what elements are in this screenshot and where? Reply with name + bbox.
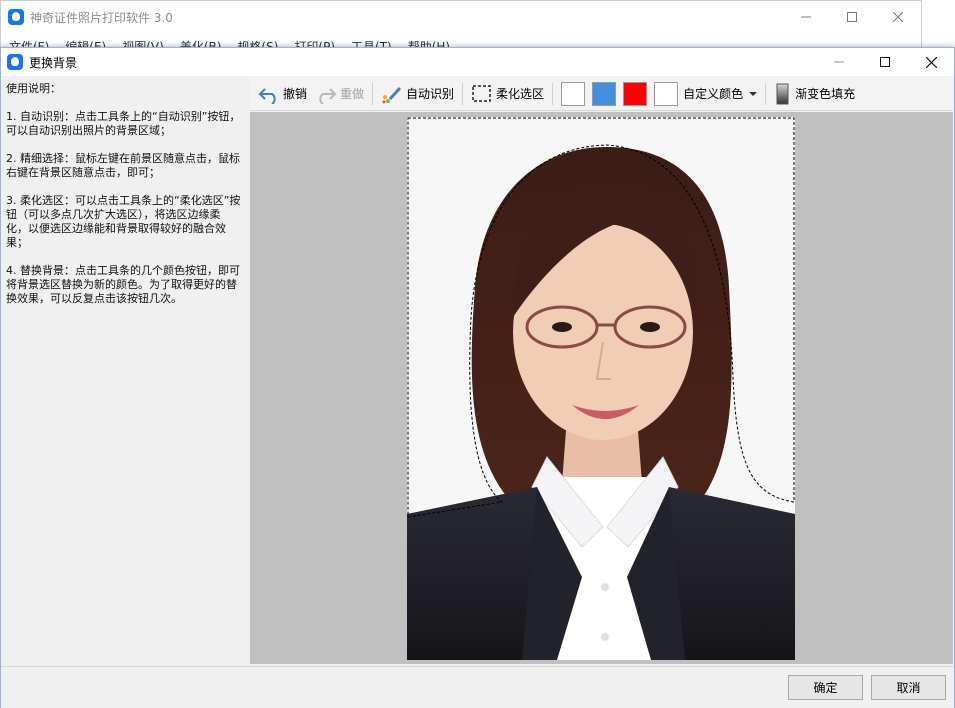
app-close-button[interactable]: [875, 1, 921, 33]
close-icon: [925, 56, 937, 68]
instruction-item: 3. 柔化选区：可以点击工具条上的“柔化选区”按钮（可以多点几次扩大选区），将选…: [6, 194, 241, 249]
color-swatch-blue[interactable]: [592, 81, 617, 106]
app-title: 神奇证件照片打印软件 3.0: [30, 10, 173, 25]
app-maximize-button[interactable]: [829, 1, 875, 33]
maximize-icon: [847, 12, 857, 22]
dialog-button-bar: 确定 取消: [1, 666, 954, 708]
dialog-close-button[interactable]: [908, 48, 954, 76]
color-swatch-custom[interactable]: [654, 81, 679, 106]
color-swatch-white[interactable]: [561, 81, 586, 106]
app-minimize-button[interactable]: [783, 1, 829, 33]
image-canvas[interactable]: [250, 112, 953, 664]
dialog-title: 更换背景: [29, 55, 78, 70]
instruction-item: 1. 自动识别：点击工具条上的“自动识别”按钮，可以自动识别出照片的背景区域；: [6, 110, 241, 137]
app-titlebar: 神奇证件照片打印软件 3.0: [1, 1, 921, 33]
undo-label: 撤销: [283, 87, 308, 101]
app-logo-icon: [8, 9, 24, 25]
maximize-icon: [880, 57, 890, 67]
instruction-item: 2. 精细选择：鼠标左键在前景区随意点击，鼠标右键在背景区随意点击，即可；: [6, 152, 240, 179]
id-photo-image: [407, 117, 795, 660]
instructions-panel: 使用说明： 1. 自动识别：点击工具条上的“自动识别”按钮，可以自动识别出照片的…: [1, 76, 248, 666]
dialog-logo-icon: [7, 54, 23, 70]
undo-button[interactable]: 撤销: [254, 80, 311, 108]
instructions-heading: 使用说明：: [6, 82, 61, 95]
toolbar: 撤销 重做 自动识别 柔化选区 自定义颜色 渐变色填充: [250, 77, 953, 111]
toolbar-separator: [552, 82, 554, 105]
auto-detect-button[interactable]: 自动识别: [377, 80, 458, 108]
toolbar-separator: [765, 82, 767, 105]
auto-detect-label: 自动识别: [406, 87, 455, 101]
dialog-maximize-button[interactable]: [862, 48, 908, 76]
toolbar-separator: [462, 82, 464, 105]
custom-color-label: 自定义颜色: [683, 87, 744, 101]
gradient-fill-label: 渐变色填充: [795, 87, 856, 101]
gradient-icon: [776, 83, 789, 104]
soften-selection-button[interactable]: 柔化选区: [467, 80, 548, 108]
cancel-button[interactable]: 取消: [871, 675, 946, 700]
dialog-titlebar: 更换背景: [1, 48, 954, 76]
minimize-icon: [801, 16, 811, 18]
toolbar-separator: [372, 82, 374, 105]
custom-color-dropdown[interactable]: 自定义颜色: [681, 80, 761, 108]
soften-selection-label: 柔化选区: [496, 87, 545, 101]
marquee-selection-icon: [472, 84, 491, 102]
dialog-minimize-button[interactable]: [816, 48, 862, 76]
redo-icon: [319, 87, 337, 104]
close-icon: [893, 12, 903, 22]
minimize-icon: [834, 61, 844, 63]
chevron-down-icon: [749, 91, 758, 96]
ok-button[interactable]: 确定: [788, 675, 863, 700]
instruction-item: 4. 替换背景：点击工具条的几个颜色按钮，即可将背景选区替换为新的颜色。为了取得…: [6, 264, 240, 305]
redo-label: 重做: [340, 87, 365, 101]
color-swatch-red[interactable]: [623, 81, 648, 106]
gradient-fill-button[interactable]: 渐变色填充: [770, 80, 859, 108]
magic-wand-icon: [382, 86, 402, 103]
redo-button[interactable]: 重做: [311, 80, 368, 108]
undo-icon: [258, 87, 276, 104]
change-background-dialog: 更换背景 使用说明： 1. 自动识别：点击工具条上的“自动识别”按钮，可以自动识…: [0, 47, 955, 708]
